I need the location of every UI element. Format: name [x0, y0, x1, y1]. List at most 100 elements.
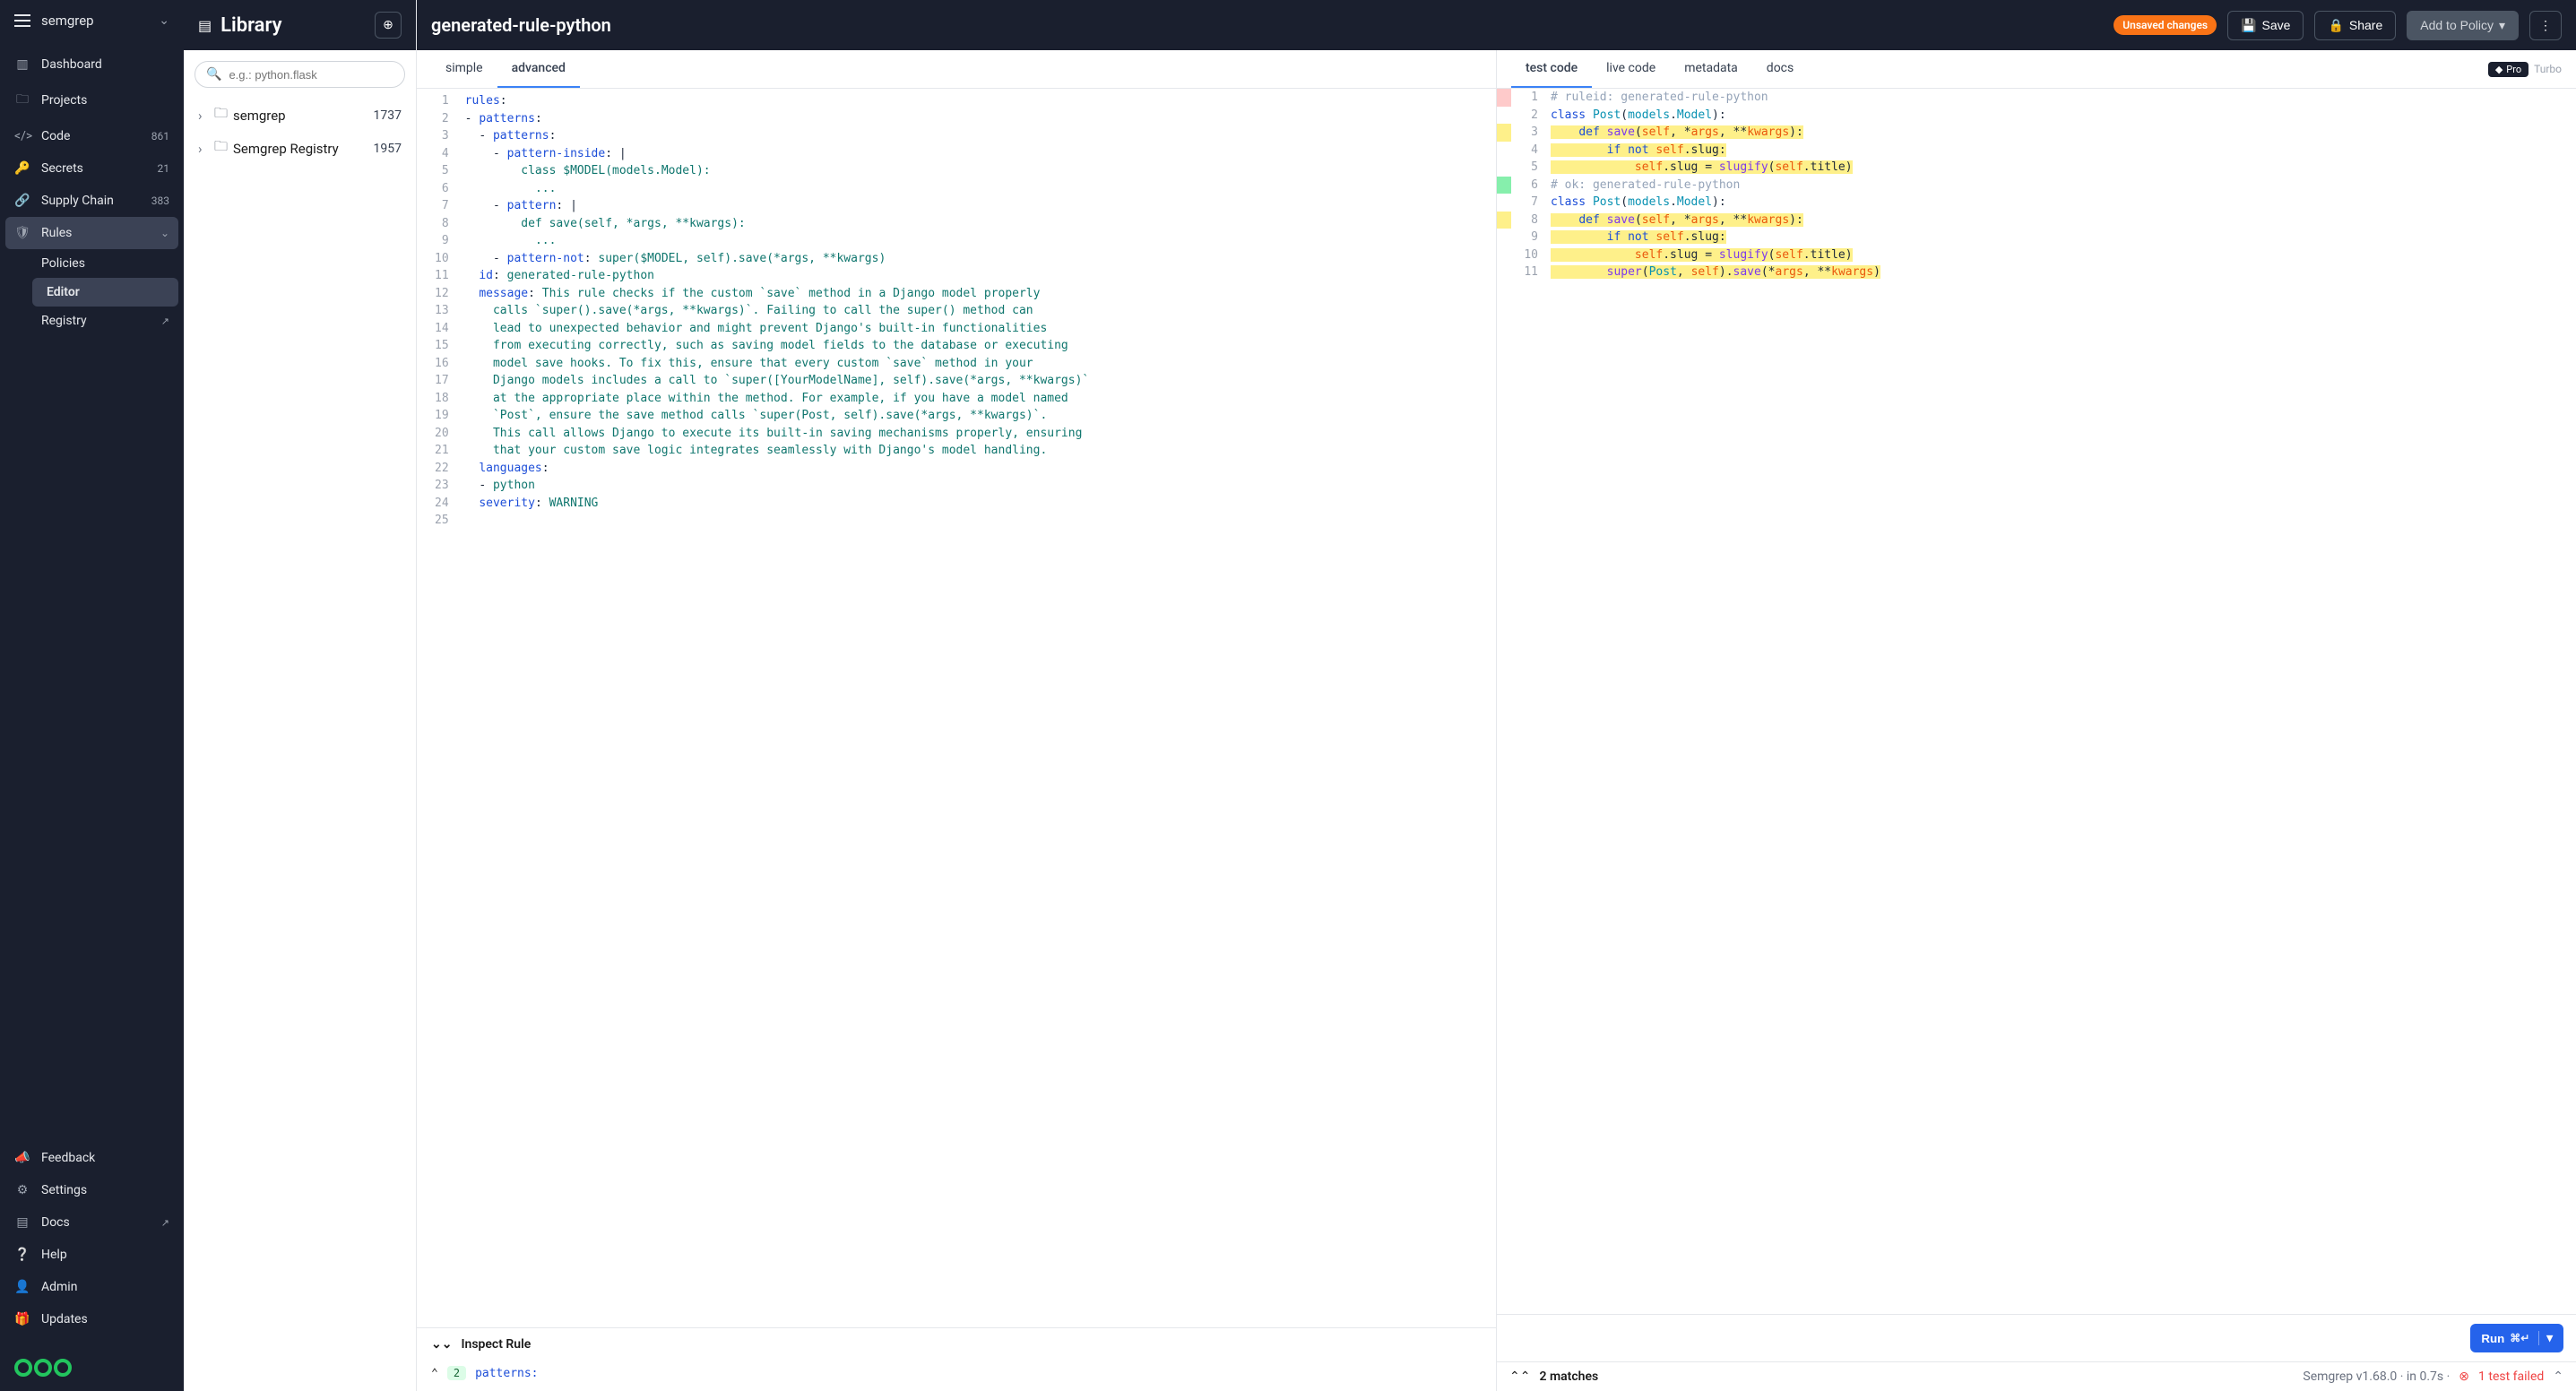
pro-badge[interactable]: ◆ Pro [2488, 62, 2528, 77]
folder-icon: 🗀 [14, 90, 30, 111]
code-icon: </> [14, 129, 30, 143]
library-title: Library [220, 14, 366, 37]
chevron-up-icon[interactable]: ⌃ [2553, 1369, 2563, 1384]
nav-admin[interactable]: 👤Admin [0, 1271, 184, 1303]
rule-code-editor[interactable]: 1234567891011121314151617181920212223242… [417, 89, 1496, 1327]
expand-icon[interactable]: ⌃⌃ [1509, 1369, 1530, 1384]
inspect-panel: ⌄⌄ Inspect Rule ⌃ 2 patterns: [417, 1327, 1496, 1391]
tab-test-code[interactable]: test code [1511, 50, 1592, 88]
key-icon: 🔑 [14, 161, 30, 176]
tab-live-code[interactable]: live code [1592, 50, 1670, 88]
matches-count: 2 matches [1539, 1369, 2294, 1384]
version-text: Semgrep v1.68.0 · in 0.7s · [2303, 1369, 2450, 1384]
nav-docs[interactable]: ▤Docs↗ [0, 1206, 184, 1239]
nav-bottom: 📣Feedback ⚙Settings ▤Docs↗ ❔Help 👤Admin … [0, 1142, 184, 1344]
logo [0, 1344, 184, 1391]
lock-icon: 🔒 [2328, 18, 2343, 33]
org-name: semgrep [41, 13, 148, 29]
nav-editor[interactable]: Editor [32, 278, 178, 307]
nav-updates[interactable]: 🎁Updates [0, 1303, 184, 1335]
turbo-badge[interactable]: Turbo [2534, 63, 2562, 75]
search-box[interactable]: 🔍 [194, 61, 405, 88]
megaphone-icon: 📣 [14, 1151, 30, 1165]
tree-item-semgrep[interactable]: › 🗀 semgrep 1737 [194, 99, 405, 132]
shield-icon: 🛡 [14, 226, 30, 240]
nav-dashboard[interactable]: ▥Dashboard [0, 48, 184, 81]
kebab-icon: ⋮ [2539, 18, 2552, 33]
rule-title: generated-rule-python [431, 14, 2103, 36]
help-icon: ❔ [14, 1248, 30, 1262]
library-panel: ▤ Library ⊕ 🔍 › 🗀 semgrep 1737 › 🗀 Semgr… [184, 0, 417, 1391]
tab-metadata[interactable]: metadata [1670, 50, 1752, 88]
nav-registry[interactable]: Registry↗ [27, 307, 184, 335]
inspect-label: patterns: [475, 1367, 538, 1380]
save-button[interactable]: 💾Save [2227, 11, 2304, 40]
nav-settings[interactable]: ⚙Settings [0, 1174, 184, 1206]
nav-supply-chain[interactable]: 🔗Supply Chain383 [0, 185, 184, 217]
library-header: ▤ Library ⊕ [184, 0, 416, 50]
inspect-count: 2 [447, 1366, 466, 1380]
org-switcher[interactable]: semgrep ⌄ [0, 0, 184, 41]
tab-simple[interactable]: simple [431, 50, 497, 88]
folder-icon: 🗀 [214, 104, 228, 126]
tab-advanced[interactable]: advanced [497, 50, 580, 88]
main-area: generated-rule-python Unsaved changes 💾S… [417, 0, 2576, 1391]
nav-rules-sub: Policies Editor Registry↗ [0, 249, 184, 335]
nav-feedback[interactable]: 📣Feedback [0, 1142, 184, 1174]
library-icon: ▤ [198, 17, 212, 34]
fail-text: 1 test failed [2478, 1369, 2544, 1384]
nav-help[interactable]: ❔Help [0, 1239, 184, 1271]
book-icon: ▤ [14, 1215, 30, 1230]
search-icon: 🔍 [206, 67, 221, 82]
chevron-down-icon: ⌄ [159, 13, 169, 28]
chevron-up-icon[interactable]: ⌃ [431, 1367, 438, 1380]
external-link-icon: ↗ [161, 1217, 169, 1229]
unsaved-badge: Unsaved changes [2114, 15, 2217, 35]
main-header: generated-rule-python Unsaved changes 💾S… [417, 0, 2576, 50]
save-icon: 💾 [2241, 18, 2256, 33]
dashboard-icon: ▥ [14, 57, 30, 72]
chevron-down-icon: ▾ [2538, 1331, 2553, 1345]
inspect-toggle[interactable]: ⌄⌄ Inspect Rule [417, 1328, 1496, 1361]
nav-policies[interactable]: Policies [27, 249, 184, 278]
fail-icon: ⊗ [2459, 1369, 2469, 1384]
sidebar: semgrep ⌄ ▥Dashboard 🗀Projects </>Code86… [0, 0, 184, 1391]
library-search: 🔍 [184, 50, 416, 99]
share-button[interactable]: 🔒Share [2314, 11, 2396, 40]
test-tabs: test code live code metadata docs ◆ Pro … [1497, 50, 2576, 89]
library-tree: › 🗀 semgrep 1737 › 🗀 Semgrep Registry 19… [184, 99, 416, 165]
hamburger-icon [14, 14, 30, 27]
status-bar: ⌃⌃ 2 matches Semgrep v1.68.0 · in 0.7s ·… [1497, 1361, 2576, 1391]
tab-docs[interactable]: docs [1752, 50, 1808, 88]
add-rule-button[interactable]: ⊕ [375, 12, 402, 39]
gear-icon: ⚙ [14, 1183, 30, 1197]
nav-rules[interactable]: 🛡Rules⌄ [5, 217, 178, 249]
run-bar: Run ⌘↵ ▾ [1497, 1314, 2576, 1361]
test-code-editor[interactable]: 1# ruleid: generated-rule-python2class P… [1497, 89, 2576, 1314]
nav-projects[interactable]: 🗀Projects [0, 81, 184, 120]
chevron-right-icon: › [198, 141, 209, 157]
tree-item-registry[interactable]: › 🗀 Semgrep Registry 1957 [194, 132, 405, 165]
rule-editor-pane: simple advanced 123456789101112131415161… [417, 50, 1497, 1391]
test-pane: test code live code metadata docs ◆ Pro … [1497, 50, 2576, 1391]
nav-secrets[interactable]: 🔑Secrets21 [0, 152, 184, 185]
admin-icon: 👤 [14, 1280, 30, 1294]
chevron-down-icon: ▾ [2499, 18, 2505, 33]
semgrep-logo-icon [14, 1359, 169, 1377]
folder-icon: 🗀 [214, 137, 228, 160]
add-to-policy-button[interactable]: Add to Policy▾ [2407, 11, 2519, 40]
chevron-right-icon: › [198, 108, 209, 124]
gift-icon: 🎁 [14, 1312, 30, 1326]
nav-code[interactable]: </>Code861 [0, 120, 184, 152]
search-input[interactable] [229, 68, 393, 82]
nav-list: ▥Dashboard 🗀Projects </>Code861 🔑Secrets… [0, 41, 184, 1142]
link-icon: 🔗 [14, 194, 30, 208]
external-link-icon: ↗ [161, 315, 169, 327]
inspect-body: ⌃ 2 patterns: [417, 1361, 1496, 1391]
more-menu-button[interactable]: ⋮ [2529, 11, 2562, 40]
chevron-down-icon: ⌄ [160, 227, 169, 239]
inspect-title: Inspect Rule [461, 1337, 531, 1352]
run-button[interactable]: Run ⌘↵ ▾ [2470, 1324, 2563, 1352]
plus-circle-icon: ⊕ [383, 18, 393, 32]
editor-tabs: simple advanced [417, 50, 1496, 89]
